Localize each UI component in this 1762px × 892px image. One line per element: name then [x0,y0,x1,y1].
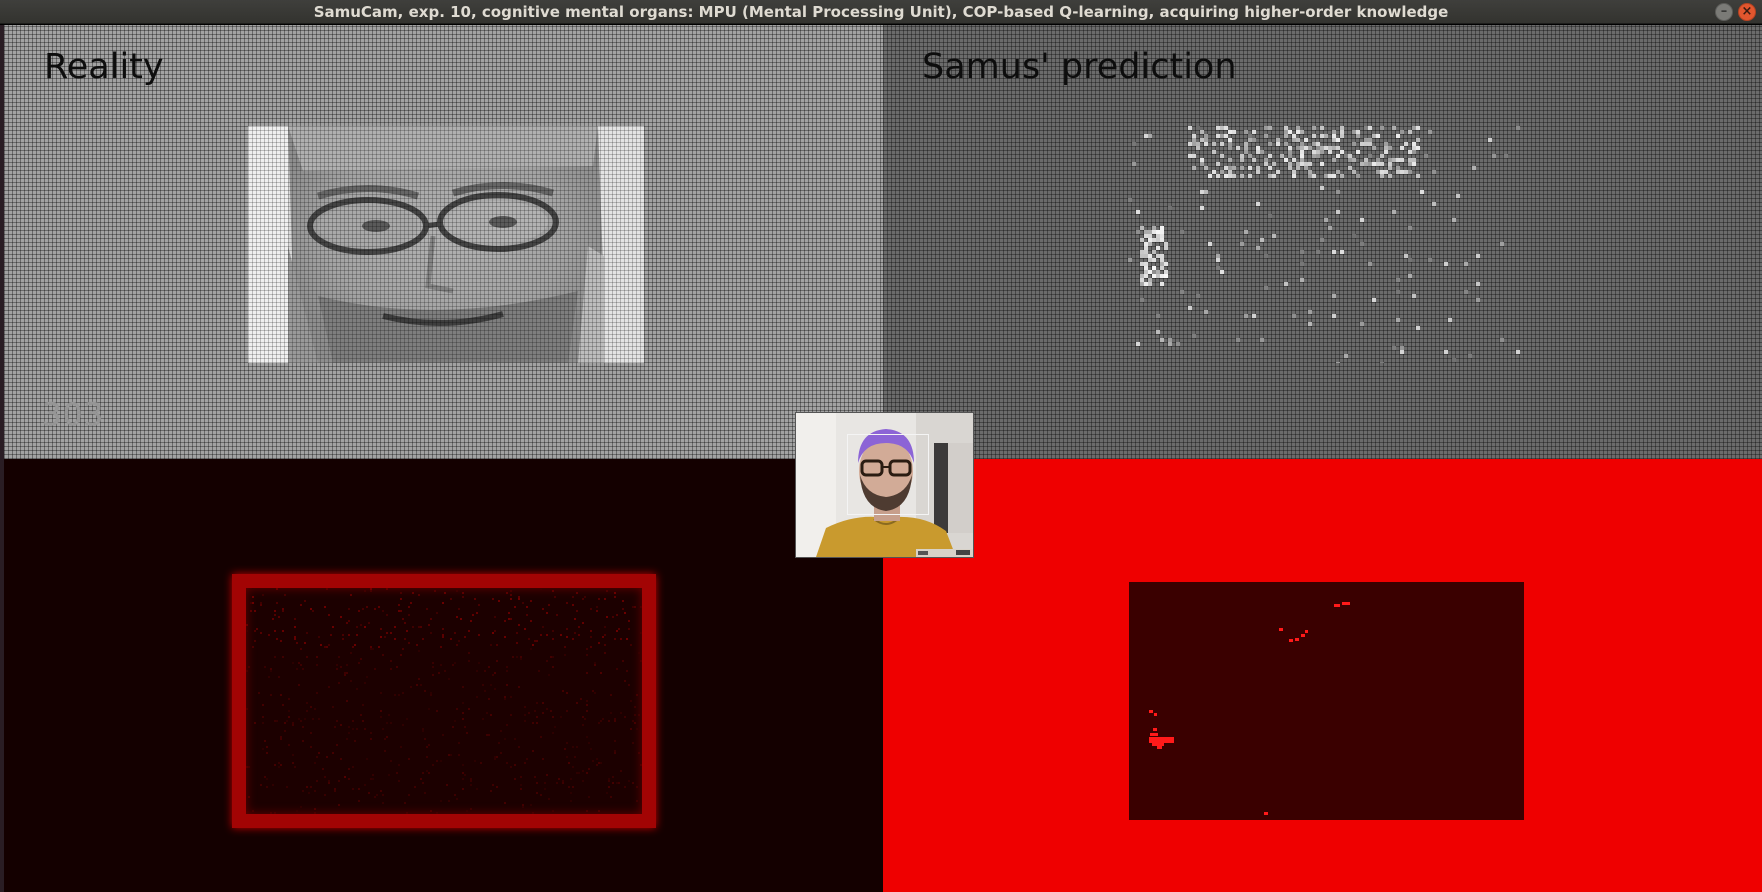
error-region [1129,582,1524,820]
samucam-window: SamuCam, exp. 10, cognitive mental organ… [0,0,1762,892]
error-frame [232,574,656,828]
face-detection-box [847,434,929,515]
prediction-noise-image [1128,126,1524,366]
close-icon[interactable]: × [1738,3,1756,21]
reality-face-image [248,126,644,363]
error-map-left-panel [4,459,883,892]
prediction-panel: Samus' prediction [883,25,1762,459]
frame-counter: 303 [42,397,105,433]
error-map-right-panel [883,459,1762,892]
reality-label: Reality [44,47,164,87]
window-title: SamuCam, exp. 10, cognitive mental organ… [313,3,1449,21]
window-controls: – × [1715,3,1756,21]
minimize-icon[interactable]: – [1715,3,1733,21]
prediction-label: Samus' prediction [922,47,1237,87]
reality-panel: Reality 303 [4,25,883,459]
title-bar[interactable]: SamuCam, exp. 10, cognitive mental organ… [0,0,1762,24]
webcam-thumbnail [795,412,974,558]
content-area: Reality 303 Samus' prediction [0,25,1762,892]
